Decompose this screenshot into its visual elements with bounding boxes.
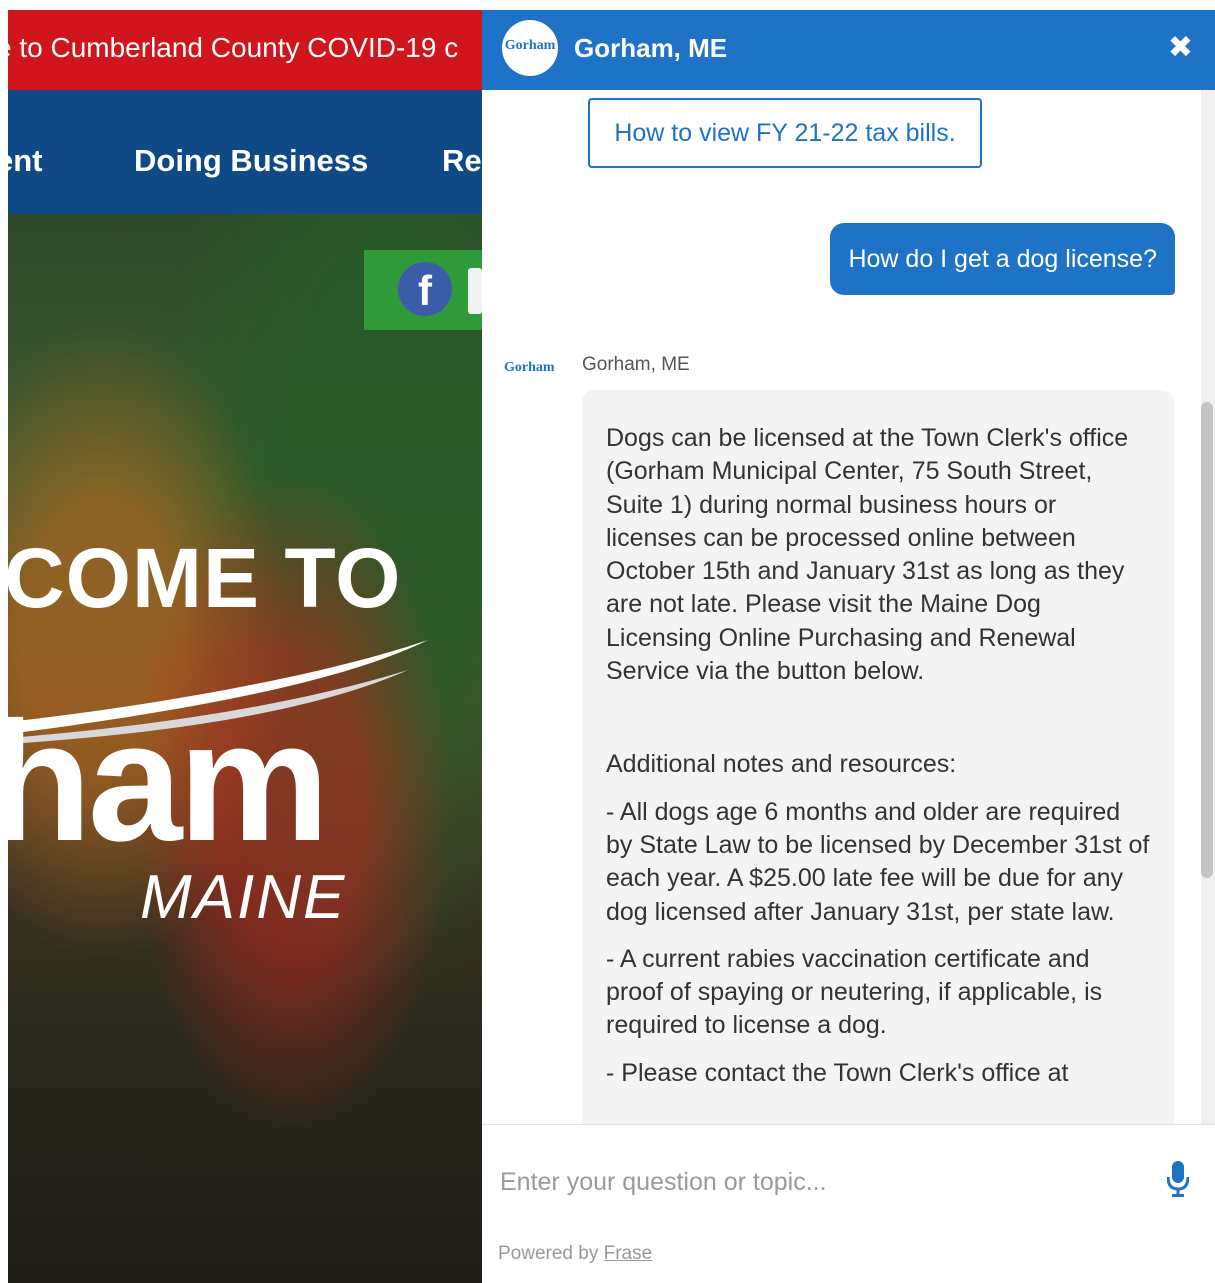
bot-paragraph: - All dogs age 6 months and older are re… [606,797,1150,926]
bot-paragraph: - Please contact the Town Clerk's office… [606,1058,1069,1087]
facebook-icon[interactable]: f [398,262,452,316]
background-website: e to Cumberland County COVID-19 c ent Do… [8,10,482,1283]
covid-alert-banner[interactable]: e to Cumberland County COVID-19 c [8,10,482,90]
chat-input-area: Powered by Frase [482,1124,1215,1283]
question-input[interactable] [498,1153,1142,1211]
gorham-logo: Gorham [502,20,558,76]
powered-by: Powered by Frase [498,1243,652,1265]
hero-state-name: MAINE [140,863,347,932]
logo-text: Gorham [504,38,556,53]
nav-item-doing-business[interactable]: Doing Business [134,90,368,232]
close-icon[interactable]: ✖ [1168,10,1193,86]
frase-link[interactable]: Frase [604,1243,653,1264]
scrollbar-thumb[interactable] [1201,402,1213,878]
hero-image: f COME TO ham MAINE [8,214,482,1283]
hero-welcome-text: COME TO [8,531,402,625]
microphone-icon[interactable] [1167,1161,1189,1197]
chat-header: Gorham Gorham, ME ✖ [482,10,1215,90]
bot-message: Dogs can be licensed at the Town Clerk's… [582,390,1174,1124]
main-nav: ent Doing Business Re [8,90,482,214]
suggestion-button-tax-bills[interactable]: How to view FY 21-22 tax bills. [588,98,982,168]
message-list[interactable]: How to view FY 21-22 tax bills. How do I… [482,90,1215,1124]
bot-name: Gorham, ME [582,354,690,375]
powered-by-label: Powered by [498,1243,599,1264]
bot-paragraph: Dogs can be licensed at the Town Clerk's… [606,424,1129,686]
chat-widget: Gorham Gorham, ME ✖ How to view FY 21-22… [482,10,1215,1283]
bot-avatar: Gorham [504,360,555,375]
bot-paragraph: Additional notes and resources: [606,750,957,779]
nav-item-residents[interactable]: Re [442,90,482,232]
nav-item-government[interactable]: ent [8,90,43,232]
chat-title: Gorham, ME [574,33,728,63]
user-message: How do I get a dog license? [830,223,1175,295]
social-icon[interactable] [468,268,482,314]
social-bar: f [364,250,482,330]
bot-paragraph: - A current rabies vaccination certifica… [606,944,1103,1040]
hero-town-name: ham [8,687,330,877]
